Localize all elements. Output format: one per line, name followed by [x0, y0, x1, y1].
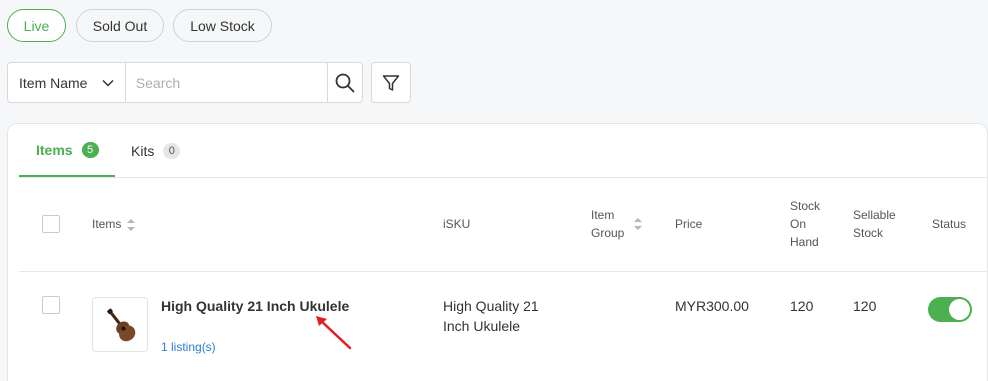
- annotation-arrow-icon: [316, 316, 352, 350]
- search-input[interactable]: [125, 63, 327, 102]
- funnel-icon: [382, 74, 400, 91]
- search-field-value: Item Name: [19, 74, 88, 91]
- items-card: Items 5 Kits 0 Items iSKU Item Group Pri…: [7, 123, 988, 381]
- toggle-knob: [949, 299, 970, 320]
- row-sellable-stock: 120: [853, 298, 877, 314]
- filter-button[interactable]: [371, 62, 411, 103]
- column-header-sellable-stock: Sellable Stock: [853, 208, 896, 240]
- ukulele-image-icon: [107, 308, 136, 341]
- status-toggle[interactable]: [928, 297, 972, 322]
- select-all-checkbox[interactable]: [42, 215, 60, 233]
- sort-icon: [127, 218, 136, 231]
- column-header-stock-on-hand: Stock On Hand: [790, 199, 821, 249]
- header-divider: [19, 271, 988, 272]
- item-group-sort-icon: [634, 218, 642, 230]
- chevron-down-icon: [102, 79, 114, 87]
- row-stock-on-hand: 120: [790, 298, 814, 314]
- tab-items[interactable]: Items 5: [19, 124, 115, 177]
- search-field-select[interactable]: Item Name: [8, 63, 126, 102]
- filter-sold-out-pill[interactable]: Sold Out: [76, 9, 164, 42]
- tab-kits-label: Kits: [131, 142, 155, 159]
- tab-kits-count-badge: 0: [163, 142, 181, 159]
- column-header-status: Status: [932, 217, 967, 231]
- column-header-items[interactable]: Items: [92, 215, 136, 233]
- search-button[interactable]: [326, 63, 362, 102]
- row-checkbox[interactable]: [42, 296, 60, 314]
- filter-live-pill[interactable]: Live: [7, 9, 66, 42]
- column-header-price: Price: [675, 217, 703, 231]
- filter-low-stock-pill[interactable]: Low Stock: [173, 9, 272, 42]
- tab-kits[interactable]: Kits 0: [131, 124, 181, 177]
- search-bar: Item Name: [7, 62, 363, 103]
- listings-link[interactable]: 1 listing(s): [161, 340, 216, 354]
- product-listing-page: Live Sold Out Low Stock Item Name Items …: [0, 0, 988, 381]
- column-header-isku: iSKU: [443, 217, 471, 231]
- search-icon: [335, 73, 355, 92]
- row-isku: High Quality 21 Inch Ukulele: [443, 298, 539, 334]
- tab-items-label: Items: [36, 141, 73, 158]
- column-header-item-group[interactable]: Item Group: [591, 206, 624, 242]
- product-thumbnail[interactable]: [92, 297, 148, 352]
- tab-divider: [19, 177, 988, 178]
- tab-items-count-badge: 5: [81, 141, 99, 158]
- row-price: MYR300.00: [675, 298, 749, 314]
